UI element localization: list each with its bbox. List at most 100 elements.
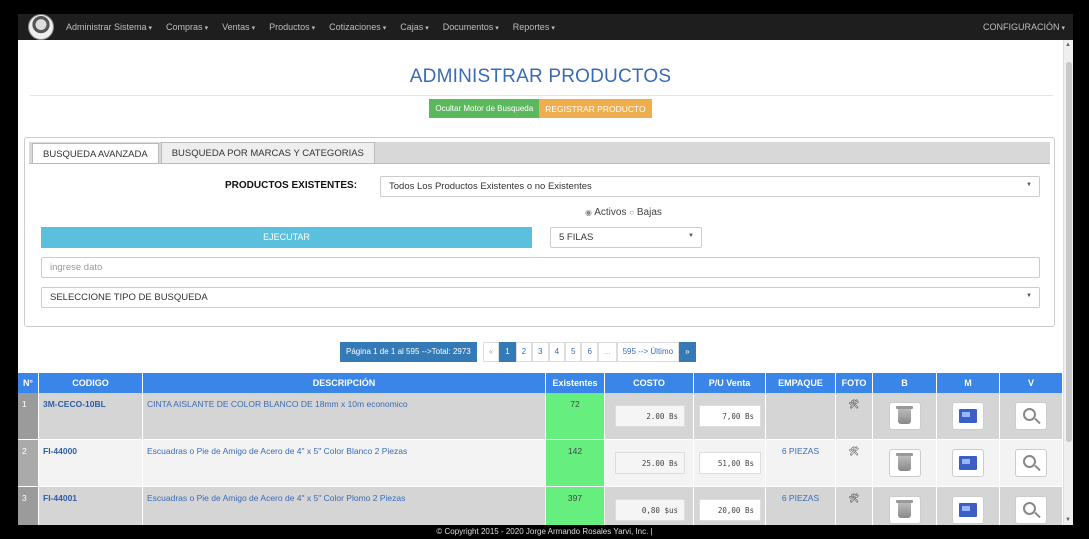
caret-down-icon: ▾ (204, 25, 209, 32)
edit-icon (959, 456, 977, 470)
header-code: CODIGO (39, 373, 143, 393)
cost-cell: 25.00 Bs (605, 440, 694, 486)
price-field[interactable]: 7,00 Bs (699, 405, 761, 427)
cost-cell: 2.00 Bs (605, 393, 694, 439)
row-number: 2 (18, 440, 39, 486)
scrollbar-thumb[interactable] (1066, 62, 1072, 442)
menu-documentos[interactable]: Documentos ▾ (443, 22, 499, 32)
cost-field[interactable]: 2.00 Bs (615, 405, 685, 427)
menu-ventas[interactable]: Ventas ▾ (222, 22, 255, 32)
pagination-next[interactable]: » (679, 342, 696, 362)
menu-cotizaciones[interactable]: Cotizaciones ▾ (329, 22, 386, 32)
trash-icon (896, 499, 913, 518)
menu-administrar-sistema[interactable]: Administrar Sistema ▾ (66, 22, 152, 32)
register-product-button[interactable]: REGISTRAR PRODUCTO (539, 99, 652, 118)
pagination-page-1[interactable]: 1 (499, 342, 516, 362)
trash-icon (896, 405, 913, 424)
table-row: 3 FI-44001 Escuadras o Pie de Amigo de A… (18, 487, 1063, 525)
existing-products-label: PRODUCTOS EXISTENTES: (225, 180, 358, 191)
delete-button[interactable] (888, 496, 921, 524)
view-button[interactable] (1015, 496, 1047, 524)
pagination-page-6[interactable]: 6 (581, 342, 598, 362)
existing-products-select[interactable]: Todos Los Productos Existentes o no Exis… (380, 176, 1040, 197)
price-field[interactable]: 20,00 Bs (699, 499, 761, 521)
pagination-page-2[interactable]: 2 (515, 342, 533, 362)
product-code[interactable]: FI-44000 (39, 440, 143, 486)
edit-button[interactable] (952, 402, 984, 430)
menu-reportes[interactable]: Reportes ▾ (513, 22, 555, 32)
chevron-down-icon: ▼ (688, 233, 694, 239)
delete-cell (873, 487, 937, 525)
edit-cell (937, 393, 1000, 439)
search-panel: BUSQUEDA AVANZADA BUSQUEDA POR MARCAS Y … (24, 137, 1055, 327)
caret-down-icon: ▾ (311, 25, 316, 32)
radio-low[interactable]: ○ (629, 208, 634, 217)
trash-icon (896, 452, 913, 471)
scroll-down-icon[interactable]: ▼ (1065, 517, 1071, 523)
page-content: ADMINISTRAR PRODUCTOS Ocultar Motor de B… (18, 40, 1073, 525)
header-photo: FOTO (836, 373, 873, 393)
cost-cell: 0,80 $us (605, 487, 694, 525)
rows-select[interactable]: 5 FILAS ▼ (550, 227, 702, 248)
caret-down-icon: ▾ (1061, 25, 1065, 32)
view-cell (1000, 440, 1063, 486)
menu-cajas[interactable]: Cajas ▾ (400, 22, 429, 32)
photo-tools-icon[interactable]: 🛠 (836, 393, 873, 439)
header-cost: COSTO (605, 373, 694, 393)
page-title: ADMINISTRAR PRODUCTOS (409, 66, 672, 87)
pack-cell: 6 PIEZAS (766, 440, 836, 486)
photo-tools-icon[interactable]: 🛠 (836, 440, 873, 486)
tab-busqueda-marcas[interactable]: BUSQUEDA POR MARCAS Y CATEGORIAS (160, 142, 375, 163)
search-type-select[interactable]: SELECCIONE TIPO DE BUSQUEDA ▼ (41, 287, 1040, 308)
price-cell: 20,00 Bs (694, 487, 766, 525)
menu-productos[interactable]: Productos ▾ (269, 22, 315, 32)
hide-search-button[interactable]: Ocultar Motor de Busqueda (429, 99, 540, 118)
edit-button[interactable] (952, 496, 984, 524)
cost-field[interactable]: 25.00 Bs (615, 452, 685, 474)
product-description: Escuadras o Pie de Amigo de Acero de 4" … (143, 487, 546, 525)
search-input[interactable]: ingrese dato (41, 257, 1040, 278)
edit-icon (959, 503, 977, 517)
tab-busqueda-avanzada[interactable]: BUSQUEDA AVANZADA (32, 143, 159, 163)
menu-compras[interactable]: Compras ▾ (166, 22, 208, 32)
caret-down-icon: ▾ (148, 25, 153, 32)
caret-down-icon: ▾ (551, 25, 555, 32)
view-button[interactable] (1015, 402, 1047, 430)
menu-configuracion[interactable]: CONFIGURACIÓN ▾ (983, 22, 1065, 32)
edit-icon (959, 409, 977, 423)
pagination-page-5[interactable]: 5 (565, 342, 582, 362)
product-code[interactable]: FI-44001 (39, 487, 143, 525)
header-exist: Existentes (546, 373, 605, 393)
radio-active[interactable]: ◉ (585, 208, 592, 217)
photo-tools-icon[interactable]: 🛠 (836, 487, 873, 525)
magnifier-icon (1022, 454, 1036, 468)
pagination-info: Página 1 de 1 al 595 -->Total: 2973 (340, 342, 477, 362)
price-field[interactable]: 51,00 Bs (699, 452, 761, 474)
user-avatar[interactable] (28, 14, 54, 40)
edit-cell (937, 440, 1000, 486)
row-number: 1 (18, 393, 39, 439)
vertical-scrollbar[interactable]: ▲ ▼ (1063, 40, 1073, 525)
scroll-up-icon[interactable]: ▲ (1065, 42, 1071, 48)
pagination-prev[interactable]: « (482, 342, 500, 362)
edit-cell (937, 487, 1000, 525)
table-row: 1 3M-CECO-10BL CINTA AISLANTE DE COLOR B… (18, 393, 1063, 440)
magnifier-icon (1022, 407, 1036, 421)
delete-button[interactable] (888, 402, 921, 430)
delete-button[interactable] (888, 449, 921, 477)
header-b: B (873, 373, 937, 393)
pagination-page-4[interactable]: 4 (548, 342, 566, 362)
row-number: 3 (18, 487, 39, 525)
pack-cell (766, 393, 836, 439)
pagination-last[interactable]: 595 --> Último (616, 342, 680, 362)
execute-button[interactable]: EJECUTAR (41, 227, 532, 248)
view-button[interactable] (1015, 449, 1047, 477)
delete-cell (873, 440, 937, 486)
product-code[interactable]: 3M-CECO-10BL (39, 393, 143, 439)
pagination-page-3[interactable]: 3 (532, 342, 549, 362)
edit-button[interactable] (952, 449, 984, 477)
magnifier-icon (1022, 501, 1036, 515)
view-cell (1000, 487, 1063, 525)
cost-field[interactable]: 0,80 $us (615, 499, 685, 521)
caret-down-icon: ▾ (382, 25, 387, 32)
